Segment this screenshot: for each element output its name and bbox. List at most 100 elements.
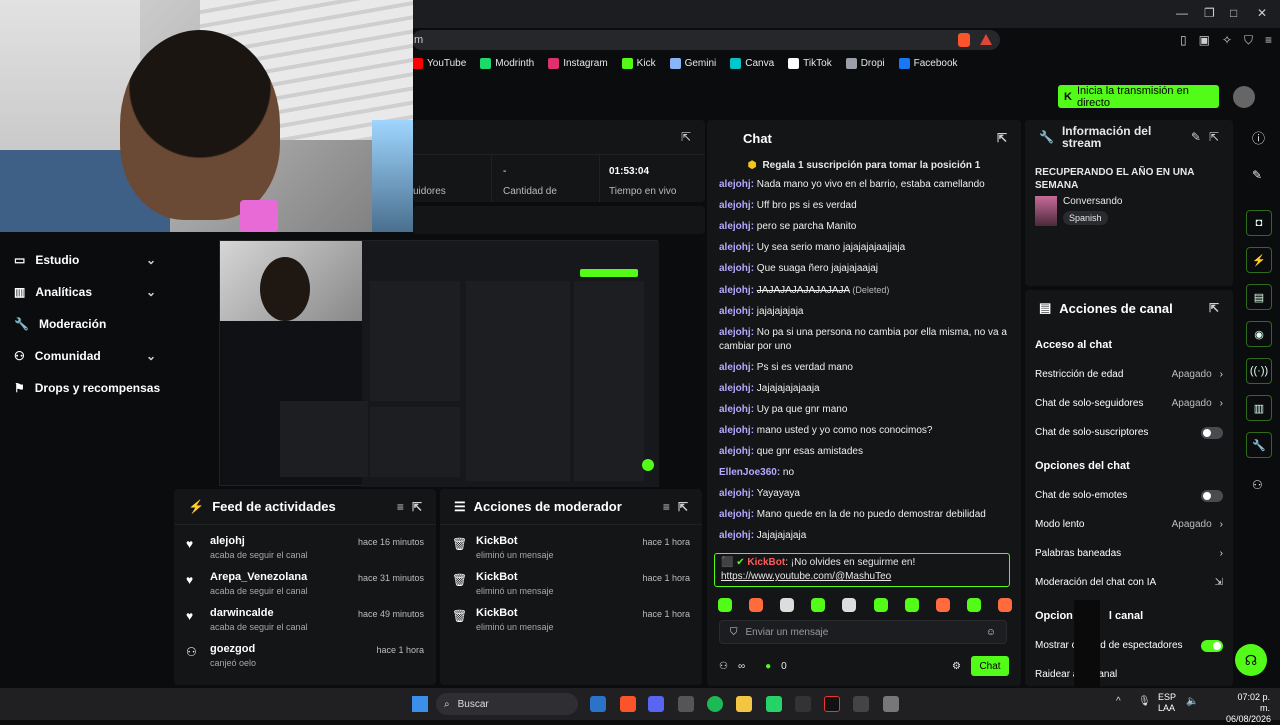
followers-only-option[interactable]: Chat de solo-seguidores Apagado › (1025, 389, 1233, 418)
brave-rewards-icon[interactable] (980, 34, 992, 45)
go-live-button[interactable]: K Inicia la transmisión en directo (1058, 85, 1219, 109)
emotes-only-toggle[interactable] (1201, 489, 1223, 502)
sidebar-item-analíticas[interactable]: ▥ Analíticas ⌄ (0, 276, 172, 308)
item-name[interactable]: Arepa_Venezolana (210, 571, 348, 583)
chat-username[interactable]: alejohj (719, 446, 751, 457)
item-name[interactable]: darwincalde (210, 607, 348, 619)
capcut-icon[interactable] (795, 696, 811, 712)
whatsapp-icon[interactable] (766, 696, 782, 712)
chat-username[interactable]: EllenJoe360 (719, 467, 777, 478)
language-indicator[interactable]: ESP LAA (1158, 692, 1176, 714)
chat-username[interactable]: alejohj (719, 404, 751, 415)
filter-icon[interactable]: ≡ (397, 500, 404, 514)
chat-username[interactable]: alejohj (719, 242, 751, 253)
bolt-icon[interactable]: ⚡ (1246, 247, 1272, 273)
maximize-icon[interactable]: □ (1230, 6, 1237, 20)
emote-icon[interactable] (842, 598, 857, 612)
emote-icon[interactable] (904, 598, 919, 612)
close-icon[interactable]: ✕ (1257, 6, 1267, 20)
chat-username[interactable]: alejohj (719, 383, 751, 394)
sidebar-item-drops-y-recompensas[interactable]: ⚑ Drops y recompensas (0, 372, 172, 404)
emote-icon[interactable] (997, 598, 1012, 612)
brave-icon[interactable] (620, 696, 636, 712)
edit-icon[interactable]: ✎ (1191, 130, 1201, 144)
discord-icon[interactable] (648, 696, 664, 712)
shield-icon[interactable]: ⛉ (1244, 33, 1253, 48)
item-name[interactable]: KickBot (476, 571, 632, 583)
chat-icon[interactable]: ◉ (1246, 321, 1272, 347)
subs-only-toggle[interactable] (1201, 426, 1223, 439)
steam-icon[interactable] (590, 696, 606, 712)
chat-username[interactable]: alejohj (719, 306, 751, 317)
sparkle-icon[interactable]: ✧ (1222, 33, 1232, 48)
epic-games-icon[interactable] (853, 696, 869, 712)
tiktok-icon[interactable] (824, 696, 840, 712)
chat-username[interactable]: alejohj (719, 263, 751, 274)
bookmark-tiktok[interactable]: TikTok (788, 57, 832, 69)
popout-icon[interactable]: ⇱ (678, 500, 688, 514)
avatar[interactable] (1233, 86, 1255, 108)
popout-icon[interactable]: ⇱ (1209, 130, 1219, 144)
popout-icon[interactable]: ⇱ (1209, 301, 1219, 315)
chat-username[interactable]: alejohj (719, 509, 751, 520)
show-viewers-toggle[interactable] (1201, 639, 1223, 652)
category-name[interactable]: Conversando (1063, 196, 1122, 207)
mic-icon[interactable]: 🎙 (1138, 696, 1151, 707)
popout-icon[interactable]: ⇱ (997, 131, 1007, 145)
banned-words-option[interactable]: Palabras baneadas › (1025, 539, 1233, 568)
emote-icon[interactable] (811, 598, 826, 612)
brave-shield-icon[interactable] (958, 33, 970, 47)
slow-mode-option[interactable]: Modo lento Apagado › (1025, 510, 1233, 539)
camera-icon[interactable]: ◘ (1246, 210, 1272, 236)
sidebar-icon[interactable]: ▯ (1180, 33, 1187, 48)
emote-icon[interactable] (780, 598, 795, 612)
github-icon[interactable] (678, 696, 694, 712)
filter-icon[interactable]: ≡ (663, 500, 670, 514)
server-icon[interactable]: ▥ (1246, 395, 1272, 421)
help-button[interactable]: ☊ (1235, 644, 1267, 676)
users-icon[interactable]: ⚇ (719, 661, 728, 672)
address-bar[interactable]: m (412, 30, 1000, 50)
bookmark-facebook[interactable]: Facebook (898, 57, 958, 69)
bookmark-canva[interactable]: Canva (730, 57, 774, 69)
users-icon[interactable]: ⚇ (1252, 478, 1263, 492)
wrench-icon[interactable]: 🔧 (1246, 432, 1272, 458)
item-name[interactable]: KickBot (476, 535, 632, 547)
emote-icon[interactable] (935, 598, 950, 612)
item-name[interactable]: alejohj (210, 535, 348, 547)
gear-icon[interactable]: ⚙ (952, 661, 961, 672)
info-icon[interactable]: ⓘ (1252, 128, 1265, 147)
emoji-icon[interactable]: ☺ (986, 627, 996, 638)
chat-input[interactable]: ⛉ Enviar un mensaje ☺ (719, 620, 1007, 644)
popout-icon[interactable]: ⇱ (412, 500, 422, 514)
chat-username[interactable]: alejohj (719, 221, 751, 232)
ai-moderation-option[interactable]: Moderación del chat con IA ⇲ (1025, 568, 1233, 597)
menu-icon[interactable]: ≡ (1265, 33, 1272, 48)
spotify-icon[interactable] (707, 696, 723, 712)
sidebar-item-moderación[interactable]: 🔧 Moderación (0, 308, 172, 340)
minimize-icon[interactable]: — (1176, 6, 1188, 20)
chat-username[interactable]: alejohj (719, 200, 751, 211)
chat-username[interactable]: alejohj (719, 425, 751, 436)
chat-username[interactable]: alejohj (719, 362, 751, 373)
volume-icon[interactable]: 🔈 (1186, 696, 1198, 707)
wallet-icon[interactable]: ▣ (1199, 33, 1210, 48)
emote-icon[interactable] (873, 598, 888, 612)
sidebar-item-estudio[interactable]: ▭ Estudio ⌄ (0, 244, 172, 276)
chat-username[interactable]: alejohj (719, 488, 751, 499)
chat-username[interactable]: alejohj (719, 530, 751, 541)
chat-username[interactable]: alejohj (719, 327, 751, 338)
item-name[interactable]: KickBot (476, 607, 632, 619)
folder-icon[interactable] (736, 696, 752, 712)
broadcast-icon[interactable]: ((·)) (1246, 358, 1272, 384)
bookmark-youtube[interactable]: YouTube (412, 57, 466, 69)
bookmark-instagram[interactable]: Instagram (548, 57, 608, 69)
infinity-icon[interactable]: ∞ (738, 661, 745, 672)
item-name[interactable]: goezgod (210, 643, 366, 655)
sidebar-item-comunidad[interactable]: ⚇ Comunidad ⌄ (0, 340, 172, 372)
clock[interactable]: 07:02 p. m. 06/08/2026 (1226, 692, 1271, 725)
emote-icon[interactable] (749, 598, 764, 612)
pencil-icon[interactable]: ✎ (1252, 168, 1262, 182)
category-thumbnail[interactable] (1035, 196, 1057, 226)
chat-username[interactable]: alejohj (719, 285, 751, 296)
